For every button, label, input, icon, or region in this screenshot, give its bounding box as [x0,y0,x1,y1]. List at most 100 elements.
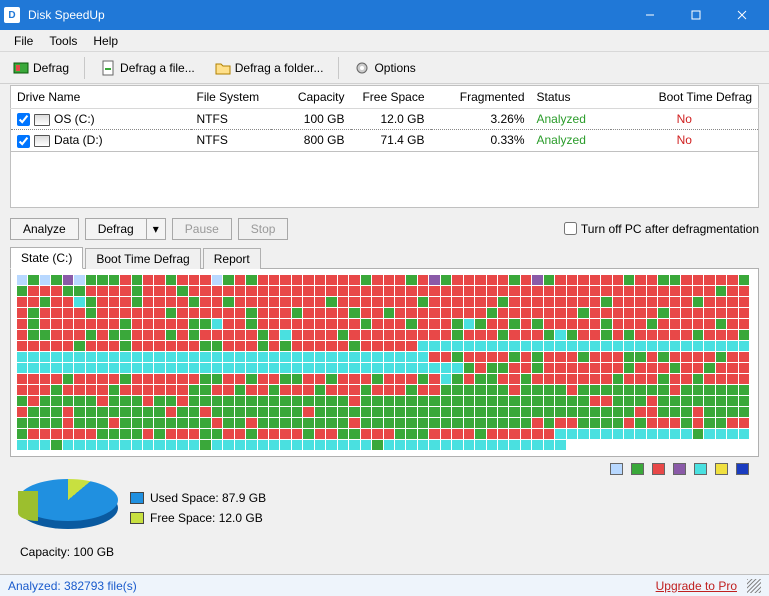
cluster-cell [681,330,691,340]
cluster-cell [590,341,600,351]
cluster-cell [601,407,611,417]
cluster-cell [544,352,554,362]
cluster-cell [189,341,199,351]
drive-checkbox[interactable] [17,135,30,148]
turn-off-checkbox-row[interactable]: Turn off PC after defragmentation [564,222,759,236]
tab-report[interactable]: Report [203,248,261,269]
menu-tools[interactable]: Tools [41,32,85,50]
cluster-cell [395,297,405,307]
col-status[interactable]: Status [531,86,611,109]
cluster-cell [200,363,210,373]
cluster-cell [658,330,668,340]
cluster-cell [693,341,703,351]
cluster-cell [475,363,485,373]
cluster-cell [727,341,737,351]
cluster-cell [109,429,119,439]
pause-button[interactable]: Pause [172,218,232,240]
defrag-dropdown-button[interactable]: ▾ [146,218,166,240]
cluster-cell [51,308,61,318]
cluster-cell [326,407,336,417]
cluster-cell [40,275,50,285]
menu-help[interactable]: Help [85,32,126,50]
col-drive[interactable]: Drive Name [11,86,191,109]
cluster-cell [395,396,405,406]
cluster-cell [17,418,27,428]
cluster-cell [635,275,645,285]
toolbar-options[interactable]: Options [347,56,422,80]
tab-state[interactable]: State (C:) [10,247,83,269]
analyze-button[interactable]: Analyze [10,218,79,240]
cluster-cell [212,440,222,450]
toolbar-defrag[interactable]: Defrag [6,56,76,80]
cluster-cell [452,352,462,362]
minimize-button[interactable] [627,0,673,30]
cluster-cell [532,308,542,318]
cluster-cell [590,407,600,417]
cluster-cell [200,374,210,384]
close-button[interactable] [719,0,765,30]
cluster-cell [154,275,164,285]
cluster-cell [704,385,714,395]
cluster-cell [40,374,50,384]
menu-file[interactable]: File [6,32,41,50]
cluster-cell [555,319,565,329]
cluster-cell [555,396,565,406]
drive-capacity: 100 GB [271,109,351,130]
cluster-cell [235,341,245,351]
cluster-cell [132,319,142,329]
cluster-cell [727,418,737,428]
cluster-cell [441,308,451,318]
cluster-cell [498,374,508,384]
window-controls [627,0,765,30]
cluster-cell [223,319,233,329]
cluster-cell [544,429,554,439]
col-capacity[interactable]: Capacity [271,86,351,109]
defrag-button[interactable]: Defrag [85,218,146,240]
col-free[interactable]: Free Space [351,86,431,109]
cluster-cell [74,429,84,439]
cluster-cell [303,429,313,439]
cluster-cell [338,440,348,450]
table-row[interactable]: OS (C:)NTFS100 GB12.0 GB3.26%AnalyzedNo [11,109,759,130]
cluster-cell [177,396,187,406]
col-boot[interactable]: Boot Time Defrag [611,86,759,109]
cluster-cell [120,407,130,417]
cluster-cell [716,429,726,439]
drive-checkbox[interactable] [17,113,30,126]
cluster-cell [418,429,428,439]
cluster-cell [555,429,565,439]
col-fragmented[interactable]: Fragmented [431,86,531,109]
table-row[interactable]: Data (D:)NTFS800 GB71.4 GB0.33%AnalyzedN… [11,130,759,151]
turn-off-checkbox[interactable] [564,222,577,235]
cluster-cell [601,297,611,307]
cluster-cell [326,429,336,439]
cluster-cell [200,352,210,362]
cluster-cell [109,352,119,362]
cluster-cell [303,341,313,351]
tab-boot[interactable]: Boot Time Defrag [85,248,200,269]
drive-boot: No [611,130,759,151]
cluster-cell [200,275,210,285]
maximize-button[interactable] [673,0,719,30]
cluster-cell [441,407,451,417]
cluster-cell [63,297,73,307]
cluster-cell [498,308,508,318]
cluster-cell [17,440,27,450]
cluster-cell [17,308,27,318]
cluster-cell [86,319,96,329]
upgrade-link[interactable]: Upgrade to Pro [656,579,737,593]
drive-name: OS (C:) [54,112,95,126]
cluster-cell [475,308,485,318]
cluster-cell [74,363,84,373]
cluster-cell [326,286,336,296]
cluster-cell [235,308,245,318]
cluster-cell [647,396,657,406]
resize-grip[interactable] [747,579,761,593]
stop-button[interactable]: Stop [238,218,289,240]
toolbar-defrag-file[interactable]: Defrag a file... [93,56,202,80]
cluster-cell [532,429,542,439]
toolbar-defrag-folder[interactable]: Defrag a folder... [208,56,331,80]
cluster-cell [578,352,588,362]
defrag-split-button[interactable]: Defrag ▾ [85,218,166,240]
col-fs[interactable]: File System [191,86,271,109]
